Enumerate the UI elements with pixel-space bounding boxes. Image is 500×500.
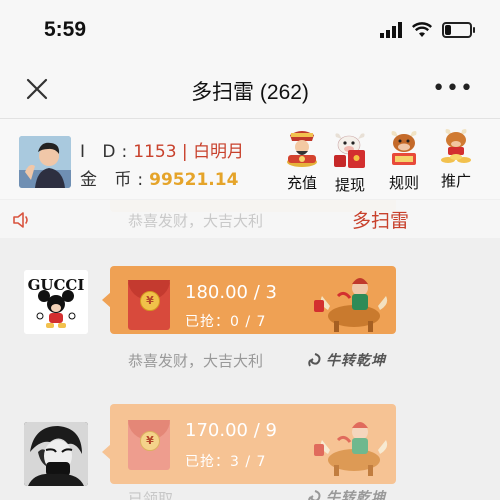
swirl-logo-icon bbox=[308, 490, 321, 500]
battery-icon bbox=[442, 22, 475, 38]
red-packet-icon: ¥ bbox=[128, 420, 170, 470]
faded-caption: 恭喜发财，大吉大利 bbox=[128, 212, 264, 230]
ox-coins-icon bbox=[441, 129, 471, 163]
user-avatar-image bbox=[19, 136, 71, 188]
user-id-label: I D: bbox=[80, 142, 134, 162]
recharge-label: 充值 bbox=[286, 174, 317, 192]
promote-button[interactable]: 推广 bbox=[434, 127, 478, 191]
coin-label: 金 币: bbox=[80, 170, 150, 190]
swirl-logo-icon bbox=[308, 353, 321, 367]
user-avatar[interactable] bbox=[19, 136, 71, 188]
game-name-title: 多扫雷 bbox=[352, 210, 410, 232]
status-time: 5:59 bbox=[44, 18, 87, 41]
battery-level bbox=[445, 25, 451, 35]
brand-text: 牛转乾坤 bbox=[326, 353, 386, 369]
page-title: 多扫雷 (262) bbox=[191, 81, 309, 104]
ox-red-envelope-icon bbox=[334, 133, 365, 168]
cellular-signal-icon bbox=[380, 22, 402, 38]
wifi-icon bbox=[412, 22, 432, 37]
packet-grabbed-count: 已抢：0 / 7 bbox=[185, 314, 267, 330]
packet-grabbed-count: 已抢：3 / 7 bbox=[185, 454, 267, 470]
status-icons bbox=[380, 22, 475, 38]
gucci-mickey-avatar[interactable]: GUCCI bbox=[24, 270, 88, 334]
packet-caption: 已领取 bbox=[128, 490, 174, 500]
speaker-icon[interactable] bbox=[12, 210, 32, 230]
red-packet-icon: ¥ bbox=[128, 280, 170, 330]
brand-mark: 牛转乾坤 bbox=[306, 350, 386, 370]
red-packet-bubble-opened[interactable]: ¥ 170.00 / 9 已抢：3 / 7 bbox=[110, 404, 396, 484]
packet-amount: 170.00 / 9 bbox=[185, 420, 277, 441]
red-packet-bubble[interactable]: ¥ 180.00 / 3 已抢：0 / 7 bbox=[110, 266, 396, 334]
yuan-coin-icon: ¥ bbox=[140, 291, 160, 311]
packet-amount: 180.00 / 3 bbox=[185, 282, 277, 303]
nav-bar: 多扫雷 (262) ••• bbox=[0, 64, 500, 119]
user-name: 白明月 bbox=[193, 142, 245, 162]
rules-label: 规则 bbox=[388, 174, 419, 192]
user-id-separator: | bbox=[176, 142, 194, 162]
promote-label: 推广 bbox=[440, 172, 471, 190]
more-icon[interactable]: ••• bbox=[432, 78, 474, 100]
screen: 5:59 多扫雷 (262) ••• I D:1153 | 白明月 金 币:99… bbox=[0, 0, 500, 500]
dark-anime-image bbox=[24, 422, 88, 486]
yuan-coin-icon: ¥ bbox=[140, 431, 160, 451]
gucci-mickey-image: GUCCI bbox=[24, 270, 88, 334]
coin-value: 99521.14 bbox=[149, 170, 239, 190]
user-info-panel: I D:1153 | 白明月 金 币:99521.14 充值 提现 规则 推广 bbox=[0, 119, 500, 199]
user-id-row: I D:1153 | 白明月 bbox=[80, 137, 244, 162]
recharge-button[interactable]: 充值 bbox=[280, 129, 324, 193]
brand-text: 牛转乾坤 bbox=[326, 490, 386, 500]
brand-mark: 牛转乾坤 bbox=[306, 487, 386, 500]
user-coin-row: 金 币:99521.14 bbox=[80, 165, 238, 190]
status-bar: 5:59 bbox=[0, 0, 500, 64]
sub-banner: 恭喜发财，大吉大利 多扫雷 bbox=[0, 200, 500, 238]
ox-rider-decoration-icon bbox=[314, 278, 388, 332]
packet-caption: 恭喜发财，大吉大利 bbox=[128, 352, 264, 370]
dark-anime-avatar[interactable] bbox=[24, 422, 88, 486]
rules-button[interactable]: 规则 bbox=[382, 129, 426, 193]
ox-scroll-icon bbox=[391, 131, 417, 165]
withdraw-label: 提现 bbox=[334, 176, 365, 194]
gucci-text: GUCCI bbox=[28, 276, 85, 294]
ox-rider-decoration-icon bbox=[314, 422, 388, 476]
god-of-wealth-icon bbox=[287, 131, 317, 167]
withdraw-button[interactable]: 提现 bbox=[328, 131, 372, 195]
user-id-value: 1153 bbox=[133, 142, 177, 162]
